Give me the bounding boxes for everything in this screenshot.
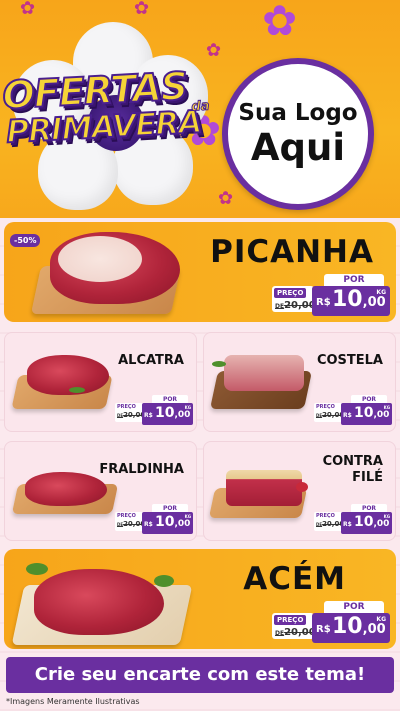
flower-icon: ✿ bbox=[206, 40, 222, 61]
flower-icon: ✿ bbox=[262, 0, 298, 45]
product-card-fraldinha[interactable]: FRALDINHA POR PREÇO DE20,00 R$ 10,00 KG bbox=[4, 441, 197, 541]
product-name: CONTRA FILÉ bbox=[322, 454, 383, 485]
disclaimer-text: *Imagens Meramente Ilustrativas bbox=[6, 697, 140, 706]
meat-image bbox=[34, 569, 164, 635]
discount-badge: -50% bbox=[10, 234, 41, 247]
logo-text-line-1: Sua Logo bbox=[238, 100, 358, 126]
price-label: PREÇO bbox=[274, 288, 307, 298]
flyer-page: ✿ ✿ ✿ ✿ ✿ ✿ OFERTAS da PRIMAVERA Sua Log… bbox=[0, 0, 400, 711]
meat-image bbox=[27, 355, 109, 395]
product-card-picanha[interactable]: -50% PICANHA POR PREÇO DE20,00 R$ 10,00 … bbox=[4, 222, 396, 322]
flower-icon: ✿ bbox=[20, 0, 36, 19]
old-price: DE20,00 bbox=[275, 627, 316, 638]
logo-placeholder[interactable]: Sua Logo Aqui bbox=[222, 58, 374, 210]
new-price: R$ 10,00 KG bbox=[142, 403, 193, 425]
product-name: FRALDINHA bbox=[99, 462, 184, 477]
old-price: DE20,00 bbox=[117, 411, 146, 419]
new-price: R$ 10,00 KG bbox=[341, 403, 392, 425]
price-tag: POR PREÇO DE20,00 R$ 10,00 KG bbox=[115, 395, 193, 427]
price-tag: POR PREÇO DE20,00 R$ 10,00 KG bbox=[314, 395, 392, 427]
price-tag: POR PREÇO DE20,00 R$ 10,00 KG bbox=[272, 274, 390, 320]
page-title: OFERTAS da PRIMAVERA bbox=[0, 63, 217, 176]
title-line-2: PRIMAVERA bbox=[5, 103, 204, 151]
product-card-costela[interactable]: COSTELA POR PREÇO DE20,00 R$ 10,00 KG bbox=[203, 332, 396, 432]
price-tag: POR PREÇO DE20,00 R$ 10,00 KG bbox=[272, 601, 390, 647]
product-name: ALCATRA bbox=[118, 353, 184, 368]
new-price: R$ 10,00 KG bbox=[312, 286, 390, 316]
title-da: da bbox=[191, 98, 211, 115]
old-price: DE20,00 bbox=[316, 520, 345, 528]
flower-icon: ✿ bbox=[134, 0, 150, 19]
header-banner: ✿ ✿ ✿ ✿ ✿ ✿ OFERTAS da PRIMAVERA Sua Log… bbox=[0, 0, 400, 218]
old-price: DE20,00 bbox=[316, 411, 345, 419]
price-tag: POR PREÇO DE20,00 R$ 10,00 KG bbox=[115, 504, 193, 536]
product-card-alcatra[interactable]: ALCATRA POR PREÇO DE20,00 R$ 10,00 KG bbox=[4, 332, 197, 432]
logo-text-line-2: Aqui bbox=[250, 126, 346, 169]
new-price: R$ 10,00 KG bbox=[312, 613, 390, 643]
meat-image bbox=[226, 470, 302, 506]
flower-icon: ✿ bbox=[218, 188, 234, 209]
product-card-acem[interactable]: ACÉM POR PREÇO DE20,00 R$ 10,00 KG bbox=[4, 549, 396, 649]
product-name: ACÉM bbox=[243, 561, 346, 597]
meat-image bbox=[224, 355, 304, 391]
old-price: DE20,00 bbox=[275, 300, 316, 311]
meat-image bbox=[25, 472, 107, 506]
create-flyer-button[interactable]: Crie seu encarte com este tema! bbox=[6, 657, 394, 693]
new-price: R$ 10,00 KG bbox=[142, 512, 193, 534]
new-price: R$ 10,00 KG bbox=[341, 512, 392, 534]
product-name: PICANHA bbox=[210, 234, 374, 270]
old-price: DE20,00 bbox=[117, 520, 146, 528]
product-name: COSTELA bbox=[316, 353, 383, 368]
price-tag: POR PREÇO DE20,00 R$ 10,00 KG bbox=[314, 504, 392, 536]
product-card-contra-file[interactable]: CONTRA FILÉ POR PREÇO DE20,00 R$ 10,00 K… bbox=[203, 441, 396, 541]
